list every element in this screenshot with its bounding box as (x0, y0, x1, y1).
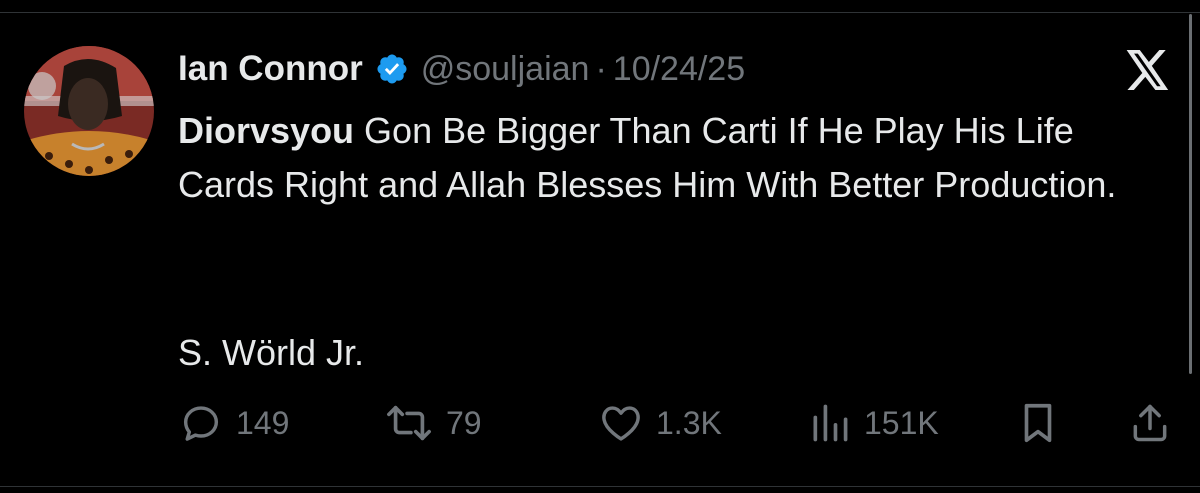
like-button[interactable]: 1.3K (598, 398, 722, 448)
avatar[interactable] (24, 46, 154, 176)
handle[interactable]: @souljaian (421, 50, 590, 89)
repost-icon (384, 400, 434, 446)
views-chart-icon (808, 400, 852, 446)
views-count: 151K (864, 404, 939, 441)
reply-count: 149 (236, 404, 290, 441)
like-count: 1.3K (656, 404, 722, 441)
tweet-header: Ian Connor @souljaian · 10/24/25 (178, 44, 745, 94)
views-button[interactable]: 151K (808, 398, 939, 448)
post-date[interactable]: 10/24/25 (613, 50, 745, 89)
repost-button[interactable]: 79 (384, 398, 482, 448)
bookmark-button[interactable] (1018, 398, 1058, 448)
separator-dot: · (595, 49, 607, 88)
tweet-text: Diorvsyou Gon Be Bigger Than Carti If He… (178, 104, 1178, 212)
reply-button[interactable]: 149 (178, 398, 289, 448)
repost-count: 79 (446, 404, 482, 441)
action-bar: 149 79 1.3K 151K (0, 398, 1200, 448)
verified-badge-icon (375, 52, 409, 86)
display-name[interactable]: Ian Connor (178, 49, 363, 89)
bookmark-icon (1018, 400, 1058, 446)
top-divider (0, 0, 1200, 13)
reply-icon (178, 400, 224, 446)
tweet-signoff: S. Wörld Jr. (178, 332, 365, 373)
heart-icon (598, 400, 644, 446)
x-logo-icon (1126, 50, 1170, 90)
mention-link[interactable]: Diorvsyou (178, 110, 354, 151)
share-icon (1128, 400, 1172, 446)
share-button[interactable] (1128, 398, 1172, 448)
scrollbar[interactable] (1189, 14, 1192, 374)
